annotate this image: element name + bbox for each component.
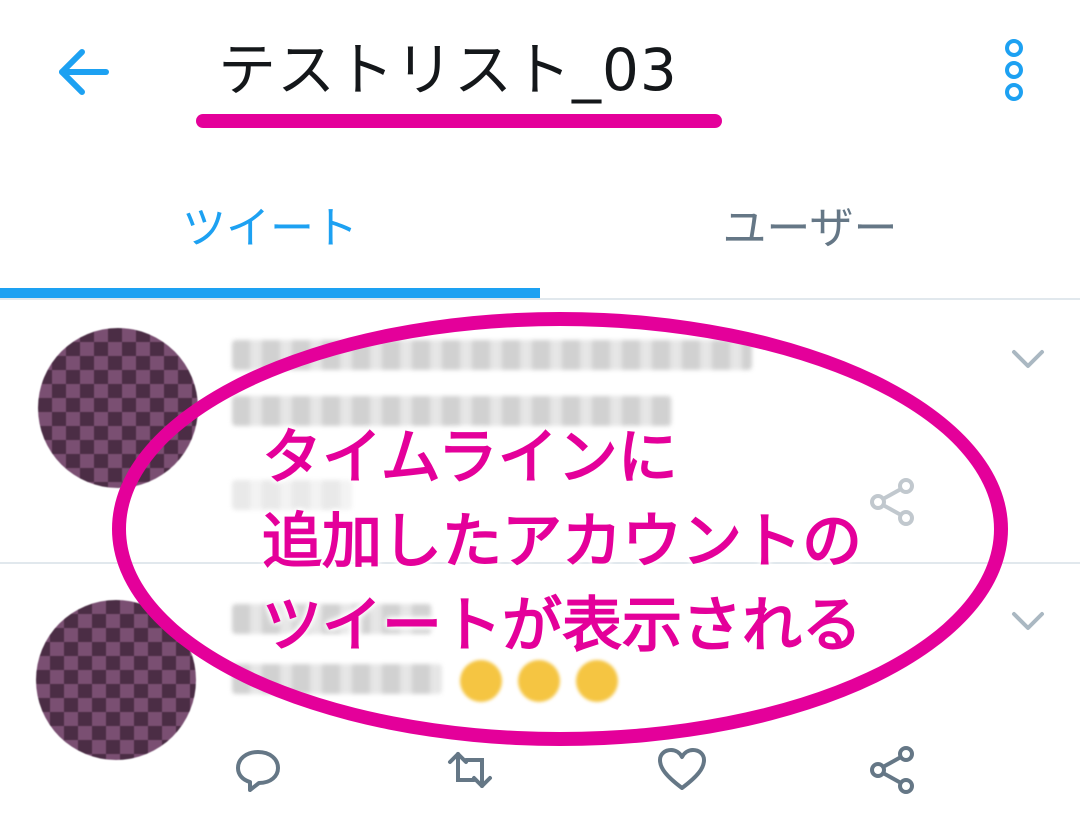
annotation-line-3: ツイートが表示される [262, 591, 862, 661]
tab-tweets-label: ツイート [182, 203, 358, 254]
tab-bar: ツイート ユーザー [0, 150, 1080, 300]
reply-icon[interactable] [232, 744, 284, 796]
more-vertical-icon [1005, 39, 1023, 101]
annotation-line-1: タイムラインに [262, 423, 678, 493]
active-tab-indicator [0, 288, 540, 298]
tab-tweets[interactable]: ツイート [0, 150, 540, 298]
app-bar: テストリスト_03 [0, 0, 1080, 150]
page-title: テストリスト_03 [218, 36, 678, 104]
arrow-left-icon [59, 49, 109, 95]
tab-users[interactable]: ユーザー [540, 150, 1080, 298]
share-icon[interactable] [866, 744, 918, 796]
chevron-down-icon[interactable] [1008, 344, 1048, 372]
tab-users-label: ユーザー [722, 203, 898, 254]
annotation-line-2: 追加したアカウントの [262, 507, 862, 577]
annotation-text: タイムラインに追加したアカウントの ツイートが表示される [262, 416, 862, 668]
more-options-button[interactable] [990, 34, 1038, 106]
heart-icon[interactable] [656, 744, 708, 796]
tweet-actions [0, 740, 1080, 800]
title-highlight-underline [196, 114, 722, 128]
retweet-icon[interactable] [444, 744, 496, 796]
chevron-down-icon[interactable] [1008, 606, 1048, 634]
back-button[interactable] [52, 40, 116, 104]
